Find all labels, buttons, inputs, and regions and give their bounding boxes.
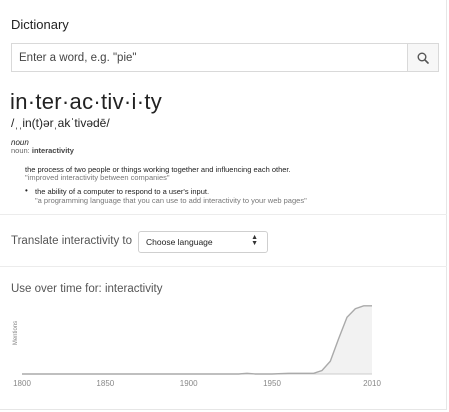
search-box <box>11 43 439 72</box>
noun-label: noun: <box>11 146 30 155</box>
divider <box>0 214 447 215</box>
usage-line <box>22 305 372 375</box>
dictionary-heading: Dictionary <box>11 17 69 32</box>
example-2: "a programming language that you can use… <box>35 196 307 205</box>
divider <box>0 266 447 267</box>
definition-2: the ability of a computer to respond to … <box>35 187 210 196</box>
select-arrows-icon: ▲ ▼ <box>251 234 258 247</box>
search-button[interactable] <box>407 44 438 71</box>
usage-area <box>22 305 372 374</box>
translate-label: Translate interactivity to <box>11 235 133 247</box>
language-select-value: Choose language <box>146 237 213 247</box>
entry-word: in·ter·ac·tiv·i·ty <box>10 89 163 114</box>
usage-chart: 1800 1850 1900 1950 2010 <box>13 305 381 388</box>
x-tick-label: 2010 <box>363 379 381 388</box>
x-tick-label: 1900 <box>180 379 198 388</box>
pronunciation: /ˌˌin(t)ərˌakˈtivədē/ <box>11 116 110 130</box>
search-icon <box>417 52 429 64</box>
dictionary-panel: Dictionary in·ter·ac·tiv·i·ty /ˌˌin(t)ər… <box>0 0 447 410</box>
definition-bullet: • <box>25 186 28 195</box>
noun-word: interactivity <box>31 146 74 155</box>
x-tick-label: 1850 <box>96 379 114 388</box>
search-input[interactable] <box>12 44 409 71</box>
x-tick-label: 1950 <box>263 379 281 388</box>
example-1: "improved interactivity between companie… <box>25 173 170 182</box>
language-select[interactable]: Choose language ▲ ▼ <box>138 231 268 253</box>
x-tick-label: 1800 <box>13 379 31 388</box>
noun-line: noun: interactivity <box>11 146 74 155</box>
usage-title: Use over time for: interactivity <box>11 283 163 295</box>
